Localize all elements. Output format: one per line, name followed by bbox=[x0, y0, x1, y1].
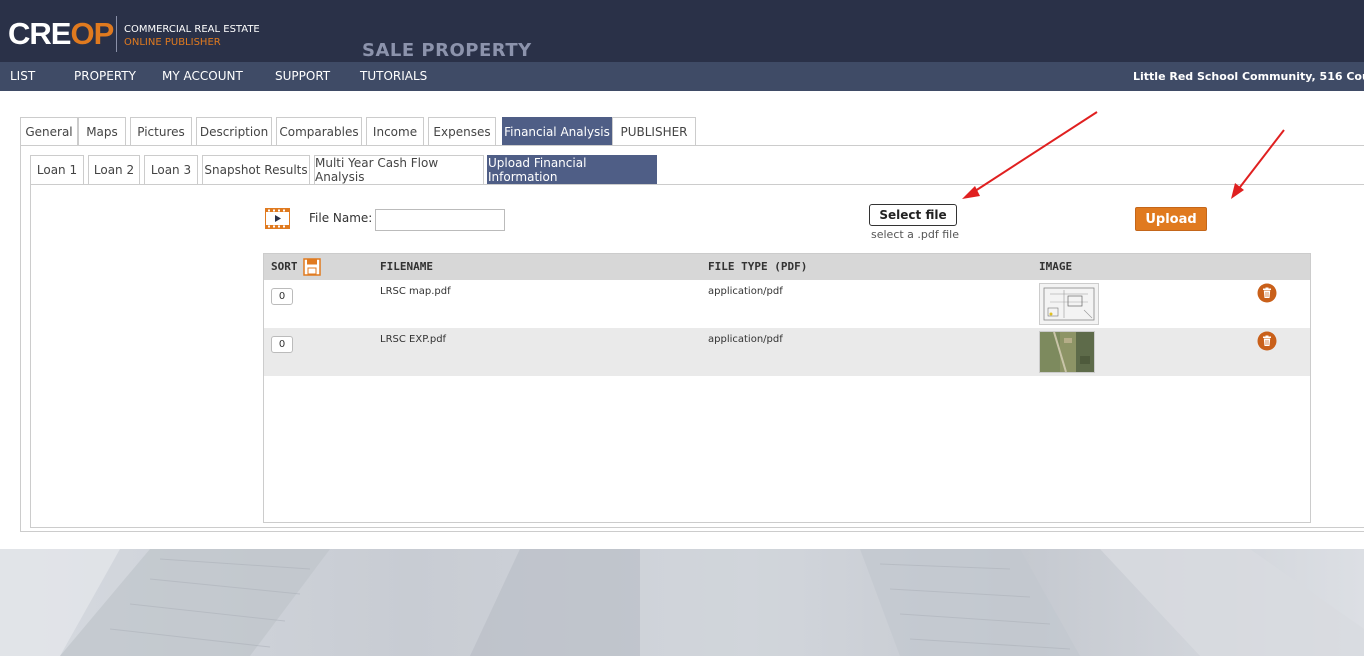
filetype-cell: application/pdf bbox=[708, 286, 783, 297]
tab-publisher[interactable]: PUBLISHER bbox=[612, 117, 696, 145]
logo-tagline-top: COMMERCIAL REAL ESTATE bbox=[124, 24, 260, 35]
table-header: SORT FILENAME FILE TYPE (PDF) IMAGE bbox=[264, 254, 1310, 280]
select-file-hint: select a .pdf file bbox=[871, 228, 959, 241]
nav-item-list[interactable]: LIST bbox=[10, 69, 35, 83]
subtab-loan-2[interactable]: Loan 2 bbox=[88, 155, 140, 184]
subtab-loan-1[interactable]: Loan 1 bbox=[30, 155, 84, 184]
header-filename: FILENAME bbox=[380, 260, 433, 273]
property-address: Little Red School Community, 516 County … bbox=[1133, 70, 1364, 83]
nav-item-support[interactable]: SUPPORT bbox=[275, 69, 330, 83]
logo-text-orange: OP bbox=[70, 16, 114, 51]
header-image: IMAGE bbox=[1039, 260, 1073, 273]
creop-logo[interactable]: CREOP bbox=[8, 16, 114, 51]
upload-button[interactable]: Upload bbox=[1135, 207, 1207, 231]
delete-icon[interactable] bbox=[1257, 283, 1277, 303]
subtab-upload-financial-information[interactable]: Upload Financial Information bbox=[487, 155, 657, 184]
video-tutorial-icon[interactable] bbox=[265, 208, 290, 229]
tab-description[interactable]: Description bbox=[196, 117, 272, 145]
logo-tagline-bottom: ONLINE PUBLISHER bbox=[124, 37, 221, 48]
header-file-type: FILE TYPE (PDF) bbox=[708, 260, 808, 273]
filename-cell: LRSC EXP.pdf bbox=[380, 334, 447, 345]
background-building-image bbox=[0, 549, 1364, 656]
select-file-button[interactable]: Select file bbox=[869, 204, 957, 226]
tab-financial-analysis[interactable]: Financial Analysis bbox=[502, 117, 612, 145]
subtab-loan-3[interactable]: Loan 3 bbox=[144, 155, 198, 184]
nav-item-property[interactable]: PROPERTY bbox=[74, 69, 136, 83]
sort-order-input[interactable]: 0 bbox=[271, 336, 293, 353]
file-name-input[interactable] bbox=[375, 209, 505, 231]
nav-item-my-account[interactable]: MY ACCOUNT bbox=[162, 69, 243, 83]
tab-comparables[interactable]: Comparables bbox=[276, 117, 362, 145]
page-type-title: SALE PROPERTY bbox=[362, 40, 532, 61]
delete-icon[interactable] bbox=[1257, 331, 1277, 351]
file-name-label: File Name: bbox=[309, 211, 373, 225]
tab-expenses[interactable]: Expenses bbox=[428, 117, 496, 145]
sort-order-input[interactable]: 0 bbox=[271, 288, 293, 305]
subtab-multi-year-cash-flow[interactable]: Multi Year Cash Flow Analysis bbox=[314, 155, 484, 184]
tab-pictures[interactable]: Pictures bbox=[130, 117, 192, 145]
tab-income[interactable]: Income bbox=[366, 117, 424, 145]
site-map-thumbnail[interactable] bbox=[1039, 283, 1099, 325]
logo-text-white: CRE bbox=[8, 16, 71, 51]
table-row: 0 LRSC map.pdf application/pdf bbox=[264, 280, 1310, 328]
header-sort: SORT bbox=[271, 260, 298, 273]
aerial-photo-thumbnail[interactable] bbox=[1039, 331, 1095, 373]
uploaded-files-table: SORT FILENAME FILE TYPE (PDF) IMAGE 0 LR… bbox=[263, 253, 1311, 523]
save-sort-icon[interactable] bbox=[303, 258, 321, 276]
tab-maps[interactable]: Maps bbox=[78, 117, 126, 145]
nav-item-tutorials[interactable]: TUTORIALS bbox=[360, 69, 427, 83]
filename-cell: LRSC map.pdf bbox=[380, 286, 451, 297]
filetype-cell: application/pdf bbox=[708, 334, 783, 345]
tab-general[interactable]: General bbox=[20, 117, 78, 145]
logo-divider bbox=[116, 16, 117, 52]
table-row: 0 LRSC EXP.pdf application/pdf bbox=[264, 328, 1310, 376]
subtab-snapshot-results[interactable]: Snapshot Results bbox=[202, 155, 310, 184]
